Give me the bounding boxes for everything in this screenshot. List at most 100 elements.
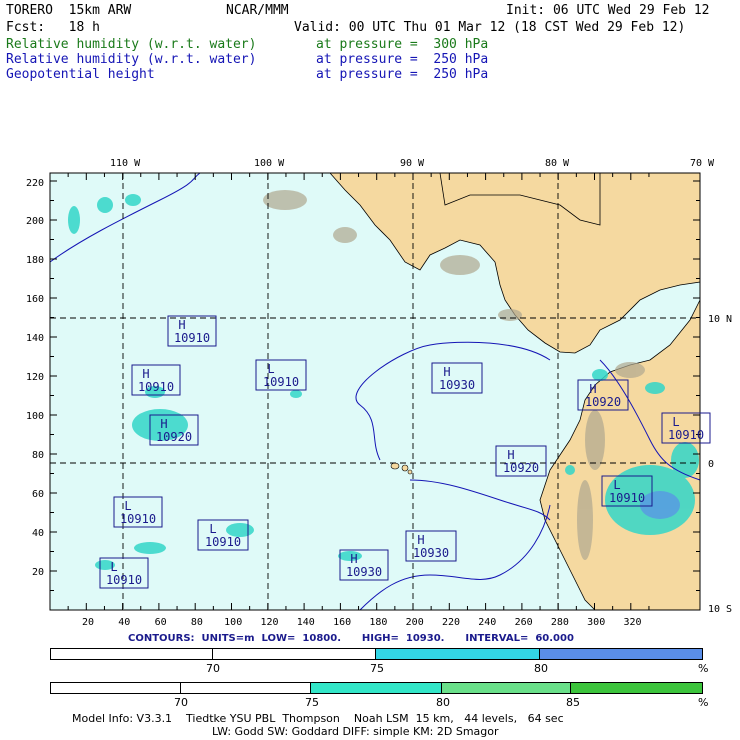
x-tick-label: 220 bbox=[442, 617, 460, 628]
x-tick-label: 300 bbox=[587, 617, 605, 628]
cbar2-seg-2 bbox=[180, 683, 312, 693]
center-value: 10910 bbox=[106, 573, 142, 587]
x-tick-label: 80 bbox=[191, 617, 203, 628]
x-tick-label: 200 bbox=[406, 617, 424, 628]
center-type: H bbox=[417, 533, 424, 547]
center-type: L bbox=[613, 478, 620, 492]
cbar1-seg-2 bbox=[212, 649, 376, 659]
center-type: H bbox=[160, 417, 167, 431]
cbar2-unit: % bbox=[698, 696, 709, 709]
y-tick-label: 60 bbox=[32, 489, 44, 500]
center-type: L bbox=[110, 560, 117, 574]
center-value: 10930 bbox=[439, 378, 475, 392]
field-1-level: at pressure = 300 hPa bbox=[316, 37, 489, 52]
center-value: 10910 bbox=[609, 491, 645, 505]
cbar2-label-85: 85 bbox=[566, 696, 580, 709]
cbar1-unit: % bbox=[698, 662, 709, 675]
center-value: 10920 bbox=[156, 430, 192, 444]
x-tick-label: 120 bbox=[260, 617, 278, 628]
center-value: 10910 bbox=[138, 380, 174, 394]
cbar1-seg-1 bbox=[51, 649, 213, 659]
x-tick-label: 100 bbox=[224, 617, 242, 628]
field-1-name: Relative humidity (w.r.t. water) bbox=[6, 37, 257, 52]
x-tick-label: 20 bbox=[82, 617, 94, 628]
x-tick-label: 160 bbox=[333, 617, 351, 628]
center-type: H bbox=[507, 448, 514, 462]
x-tick-label: 140 bbox=[297, 617, 315, 628]
center-type: L bbox=[267, 362, 274, 376]
init-time: Init: 06 UTC Wed 29 Feb 12 bbox=[506, 3, 710, 18]
cbar2-seg-1 bbox=[51, 683, 181, 693]
cbar1-label-70: 70 bbox=[206, 662, 220, 675]
x-tick-label: 260 bbox=[515, 617, 533, 628]
x-tick-label: 40 bbox=[118, 617, 130, 628]
y-tick-label: 160 bbox=[26, 294, 44, 305]
x-tick-label: 240 bbox=[478, 617, 496, 628]
lon-label-90w: 90 W bbox=[400, 158, 425, 169]
colorbar-300hpa bbox=[50, 682, 703, 694]
cbar1-seg-3 bbox=[376, 649, 540, 659]
y-tick-label: 80 bbox=[32, 450, 44, 461]
center-value: 10920 bbox=[585, 395, 621, 409]
center-type: L bbox=[672, 415, 679, 429]
forecast-hour: Fcst: 18 h bbox=[6, 20, 100, 35]
org-label: NCAR/MMM bbox=[226, 3, 289, 18]
y-tick-label: 40 bbox=[32, 528, 44, 539]
x-tick-label: 60 bbox=[155, 617, 167, 628]
cbar2-label-70: 70 bbox=[174, 696, 188, 709]
center-value: 10910 bbox=[668, 428, 704, 442]
contour-info: CONTOURS: UNITS=m LOW= 10800. HIGH= 1093… bbox=[128, 633, 574, 644]
field-2-name: Relative humidity (w.r.t. water) bbox=[6, 52, 257, 67]
center-type: H bbox=[350, 552, 357, 566]
lon-label-100w: 100 W bbox=[254, 158, 285, 169]
lon-label-110w: 110 W bbox=[110, 158, 141, 169]
center-value: 10930 bbox=[413, 546, 449, 560]
field-2-level: at pressure = 250 hPa bbox=[316, 52, 489, 67]
cbar1-seg-4 bbox=[539, 649, 702, 659]
center-type: H bbox=[443, 365, 450, 379]
model-info: Model Info: V3.3.1 Tiedtke YSU PBL Thomp… bbox=[72, 712, 564, 725]
center-type: H bbox=[142, 367, 149, 381]
y-tick-label: 100 bbox=[26, 411, 44, 422]
center-value: 10910 bbox=[205, 535, 241, 549]
x-tick-label: 180 bbox=[369, 617, 387, 628]
center-value: 10910 bbox=[263, 375, 299, 389]
x-tick-label: 280 bbox=[551, 617, 569, 628]
weather-map: 110 W 100 W 90 W 80 W 70 W 10 N 0 10 S 2… bbox=[26, 158, 732, 628]
lon-label-80w: 80 W bbox=[545, 158, 570, 169]
lon-label-70w: 70 W bbox=[690, 158, 715, 169]
humidity-patches-high bbox=[640, 491, 680, 519]
cbar2-seg-3 bbox=[311, 683, 442, 693]
lat-label-10s: 10 S bbox=[708, 604, 732, 615]
center-type: H bbox=[178, 318, 185, 332]
center-value: 10910 bbox=[120, 512, 156, 526]
y-tick-label: 200 bbox=[26, 216, 44, 227]
physics-info: LW: Godd SW: Goddard DIFF: simple KM: 2D… bbox=[212, 725, 499, 738]
y-tick-label: 220 bbox=[26, 178, 44, 189]
cbar2-label-75: 75 bbox=[305, 696, 319, 709]
left-axis-labels: 220 200 180 160 140 120 100 80 60 40 20 bbox=[26, 178, 44, 578]
colorbar-250hpa bbox=[50, 648, 703, 660]
center-value: 10910 bbox=[174, 331, 210, 345]
model-title: TORERO 15km ARW bbox=[6, 3, 132, 18]
cbar2-seg-4 bbox=[441, 683, 572, 693]
x-tick-label: 320 bbox=[623, 617, 641, 628]
cbar1-label-80: 80 bbox=[534, 662, 548, 675]
y-tick-label: 180 bbox=[26, 255, 44, 266]
y-tick-label: 20 bbox=[32, 567, 44, 578]
y-tick-label: 140 bbox=[26, 333, 44, 344]
center-type: L bbox=[209, 522, 216, 536]
field-3-name: Geopotential height bbox=[6, 67, 155, 82]
center-type: H bbox=[589, 382, 596, 396]
center-type: L bbox=[124, 499, 131, 513]
center-value: 10930 bbox=[346, 565, 382, 579]
field-3-level: at pressure = 250 hPa bbox=[316, 67, 489, 82]
valid-time: Valid: 00 UTC Thu 01 Mar 12 (18 CST Wed … bbox=[294, 20, 686, 35]
cbar1-label-75: 75 bbox=[370, 662, 384, 675]
lat-label-0: 0 bbox=[708, 459, 714, 470]
bottom-axis-labels: 20 40 60 80 100 120 140 160 180 200 220 240 260 280 30… bbox=[82, 617, 642, 628]
center-value: 10920 bbox=[503, 461, 539, 475]
y-tick-label: 120 bbox=[26, 372, 44, 383]
lat-label-10n: 10 N bbox=[708, 314, 732, 325]
cbar2-seg-5 bbox=[571, 683, 702, 693]
